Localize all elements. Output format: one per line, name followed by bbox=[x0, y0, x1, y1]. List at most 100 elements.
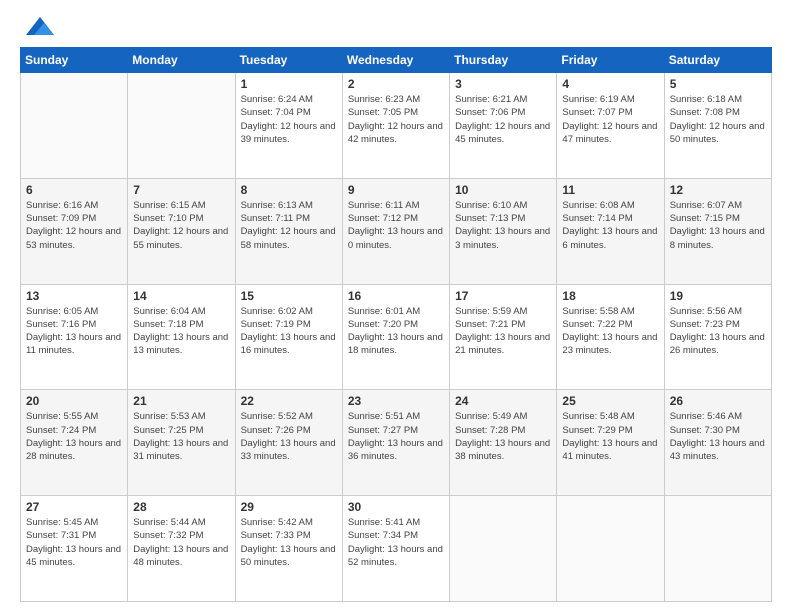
day-number: 9 bbox=[348, 183, 444, 197]
logo-icon bbox=[26, 15, 54, 37]
header bbox=[20, 15, 772, 37]
calendar-cell: 10 Sunrise: 6:10 AM Sunset: 7:13 PM Dayli… bbox=[450, 178, 557, 284]
day-info: Sunrise: 5:45 AM Sunset: 7:31 PM Dayligh… bbox=[26, 516, 122, 569]
day-number: 16 bbox=[348, 289, 444, 303]
calendar-cell: 12 Sunrise: 6:07 AM Sunset: 7:15 PM Dayli… bbox=[664, 178, 771, 284]
calendar-cell: 29 Sunrise: 5:42 AM Sunset: 7:33 PM Dayli… bbox=[235, 496, 342, 602]
day-info: Sunrise: 6:15 AM Sunset: 7:10 PM Dayligh… bbox=[133, 199, 229, 252]
day-info: Sunrise: 5:53 AM Sunset: 7:25 PM Dayligh… bbox=[133, 410, 229, 463]
day-number: 3 bbox=[455, 77, 551, 91]
day-info: Sunrise: 6:18 AM Sunset: 7:08 PM Dayligh… bbox=[670, 93, 766, 146]
day-info: Sunrise: 5:52 AM Sunset: 7:26 PM Dayligh… bbox=[241, 410, 337, 463]
weekday-header-wednesday: Wednesday bbox=[342, 48, 449, 73]
calendar-cell: 16 Sunrise: 6:01 AM Sunset: 7:20 PM Dayli… bbox=[342, 284, 449, 390]
calendar-cell: 8Sunrise: 6:13 AM Sunset: 7:11 PM Daylig… bbox=[235, 178, 342, 284]
day-number: 2 bbox=[348, 77, 444, 91]
day-info: Sunrise: 6:04 AM Sunset: 7:18 PM Dayligh… bbox=[133, 305, 229, 358]
weekday-header-sunday: Sunday bbox=[21, 48, 128, 73]
day-info: Sunrise: 6:19 AM Sunset: 7:07 PM Dayligh… bbox=[562, 93, 658, 146]
day-info: Sunrise: 5:59 AM Sunset: 7:21 PM Dayligh… bbox=[455, 305, 551, 358]
calendar-cell: 4 Sunrise: 6:19 AM Sunset: 7:07 PM Daylig… bbox=[557, 73, 664, 179]
calendar-cell: 13 Sunrise: 6:05 AM Sunset: 7:16 PM Dayli… bbox=[21, 284, 128, 390]
calendar-cell: 18 Sunrise: 5:58 AM Sunset: 7:22 PM Dayli… bbox=[557, 284, 664, 390]
calendar-row-1: 6Sunrise: 6:16 AM Sunset: 7:09 PM Daylig… bbox=[21, 178, 772, 284]
calendar-cell: 25 Sunrise: 5:48 AM Sunset: 7:29 PM Dayli… bbox=[557, 390, 664, 496]
weekday-header-tuesday: Tuesday bbox=[235, 48, 342, 73]
day-number: 21 bbox=[133, 394, 229, 408]
day-info: Sunrise: 5:48 AM Sunset: 7:29 PM Dayligh… bbox=[562, 410, 658, 463]
calendar-row-4: 27 Sunrise: 5:45 AM Sunset: 7:31 PM Dayli… bbox=[21, 496, 772, 602]
day-number: 29 bbox=[241, 500, 337, 514]
day-info: Sunrise: 6:23 AM Sunset: 7:05 PM Dayligh… bbox=[348, 93, 444, 146]
day-number: 23 bbox=[348, 394, 444, 408]
day-number: 10 bbox=[455, 183, 551, 197]
calendar-row-2: 13 Sunrise: 6:05 AM Sunset: 7:16 PM Dayli… bbox=[21, 284, 772, 390]
calendar-cell: 20 Sunrise: 5:55 AM Sunset: 7:24 PM Dayli… bbox=[21, 390, 128, 496]
day-number: 20 bbox=[26, 394, 122, 408]
day-info: Sunrise: 6:24 AM Sunset: 7:04 PM Dayligh… bbox=[241, 93, 337, 146]
calendar-cell: 9 Sunrise: 6:11 AM Sunset: 7:12 PM Daylig… bbox=[342, 178, 449, 284]
day-number: 14 bbox=[133, 289, 229, 303]
calendar-cell: 30 Sunrise: 5:41 AM Sunset: 7:34 PM Dayli… bbox=[342, 496, 449, 602]
calendar-cell: 5 Sunrise: 6:18 AM Sunset: 7:08 PM Daylig… bbox=[664, 73, 771, 179]
day-number: 18 bbox=[562, 289, 658, 303]
day-number: 4 bbox=[562, 77, 658, 91]
day-info: Sunrise: 5:49 AM Sunset: 7:28 PM Dayligh… bbox=[455, 410, 551, 463]
day-number: 25 bbox=[562, 394, 658, 408]
calendar-cell: 21 Sunrise: 5:53 AM Sunset: 7:25 PM Dayli… bbox=[128, 390, 235, 496]
calendar-cell: 28 Sunrise: 5:44 AM Sunset: 7:32 PM Dayli… bbox=[128, 496, 235, 602]
calendar-cell: 3 Sunrise: 6:21 AM Sunset: 7:06 PM Daylig… bbox=[450, 73, 557, 179]
day-info: Sunrise: 6:01 AM Sunset: 7:20 PM Dayligh… bbox=[348, 305, 444, 358]
day-number: 15 bbox=[241, 289, 337, 303]
calendar-cell bbox=[450, 496, 557, 602]
calendar-cell bbox=[21, 73, 128, 179]
day-number: 12 bbox=[670, 183, 766, 197]
day-number: 5 bbox=[670, 77, 766, 91]
weekday-header-row: SundayMondayTuesdayWednesdayThursdayFrid… bbox=[21, 48, 772, 73]
day-info: Sunrise: 6:10 AM Sunset: 7:13 PM Dayligh… bbox=[455, 199, 551, 252]
calendar-cell: 24 Sunrise: 5:49 AM Sunset: 7:28 PM Dayli… bbox=[450, 390, 557, 496]
weekday-header-monday: Monday bbox=[128, 48, 235, 73]
day-info: Sunrise: 5:58 AM Sunset: 7:22 PM Dayligh… bbox=[562, 305, 658, 358]
weekday-header-friday: Friday bbox=[557, 48, 664, 73]
day-info: Sunrise: 5:46 AM Sunset: 7:30 PM Dayligh… bbox=[670, 410, 766, 463]
calendar-cell: 2 Sunrise: 6:23 AM Sunset: 7:05 PM Daylig… bbox=[342, 73, 449, 179]
calendar-cell: 19Sunrise: 5:56 AM Sunset: 7:23 PM Dayli… bbox=[664, 284, 771, 390]
calendar-cell bbox=[128, 73, 235, 179]
day-number: 17 bbox=[455, 289, 551, 303]
day-info: Sunrise: 6:02 AM Sunset: 7:19 PM Dayligh… bbox=[241, 305, 337, 358]
calendar-cell: 26Sunrise: 5:46 AM Sunset: 7:30 PM Dayli… bbox=[664, 390, 771, 496]
day-info: Sunrise: 6:11 AM Sunset: 7:12 PM Dayligh… bbox=[348, 199, 444, 252]
weekday-header-saturday: Saturday bbox=[664, 48, 771, 73]
day-info: Sunrise: 6:16 AM Sunset: 7:09 PM Dayligh… bbox=[26, 199, 122, 252]
calendar-cell: 14 Sunrise: 6:04 AM Sunset: 7:18 PM Dayli… bbox=[128, 284, 235, 390]
calendar-cell: 23 Sunrise: 5:51 AM Sunset: 7:27 PM Dayli… bbox=[342, 390, 449, 496]
day-number: 30 bbox=[348, 500, 444, 514]
calendar-cell: 7Sunrise: 6:15 AM Sunset: 7:10 PM Daylig… bbox=[128, 178, 235, 284]
calendar-cell: 1 Sunrise: 6:24 AM Sunset: 7:04 PM Daylig… bbox=[235, 73, 342, 179]
day-number: 8 bbox=[241, 183, 337, 197]
day-info: Sunrise: 5:41 AM Sunset: 7:34 PM Dayligh… bbox=[348, 516, 444, 569]
day-info: Sunrise: 5:51 AM Sunset: 7:27 PM Dayligh… bbox=[348, 410, 444, 463]
day-info: Sunrise: 6:21 AM Sunset: 7:06 PM Dayligh… bbox=[455, 93, 551, 146]
day-info: Sunrise: 5:42 AM Sunset: 7:33 PM Dayligh… bbox=[241, 516, 337, 569]
day-number: 13 bbox=[26, 289, 122, 303]
calendar-cell: 27 Sunrise: 5:45 AM Sunset: 7:31 PM Dayli… bbox=[21, 496, 128, 602]
day-info: Sunrise: 5:44 AM Sunset: 7:32 PM Dayligh… bbox=[133, 516, 229, 569]
logo bbox=[20, 15, 54, 37]
weekday-header-thursday: Thursday bbox=[450, 48, 557, 73]
calendar-cell bbox=[664, 496, 771, 602]
day-info: Sunrise: 6:05 AM Sunset: 7:16 PM Dayligh… bbox=[26, 305, 122, 358]
day-info: Sunrise: 5:56 AM Sunset: 7:23 PM Dayligh… bbox=[670, 305, 766, 358]
calendar-cell: 17 Sunrise: 5:59 AM Sunset: 7:21 PM Dayli… bbox=[450, 284, 557, 390]
calendar-cell bbox=[557, 496, 664, 602]
day-number: 1 bbox=[241, 77, 337, 91]
day-info: Sunrise: 6:07 AM Sunset: 7:15 PM Dayligh… bbox=[670, 199, 766, 252]
day-number: 27 bbox=[26, 500, 122, 514]
day-number: 22 bbox=[241, 394, 337, 408]
calendar-cell: 22 Sunrise: 5:52 AM Sunset: 7:26 PM Dayli… bbox=[235, 390, 342, 496]
day-info: Sunrise: 5:55 AM Sunset: 7:24 PM Dayligh… bbox=[26, 410, 122, 463]
day-number: 11 bbox=[562, 183, 658, 197]
day-number: 24 bbox=[455, 394, 551, 408]
day-number: 28 bbox=[133, 500, 229, 514]
